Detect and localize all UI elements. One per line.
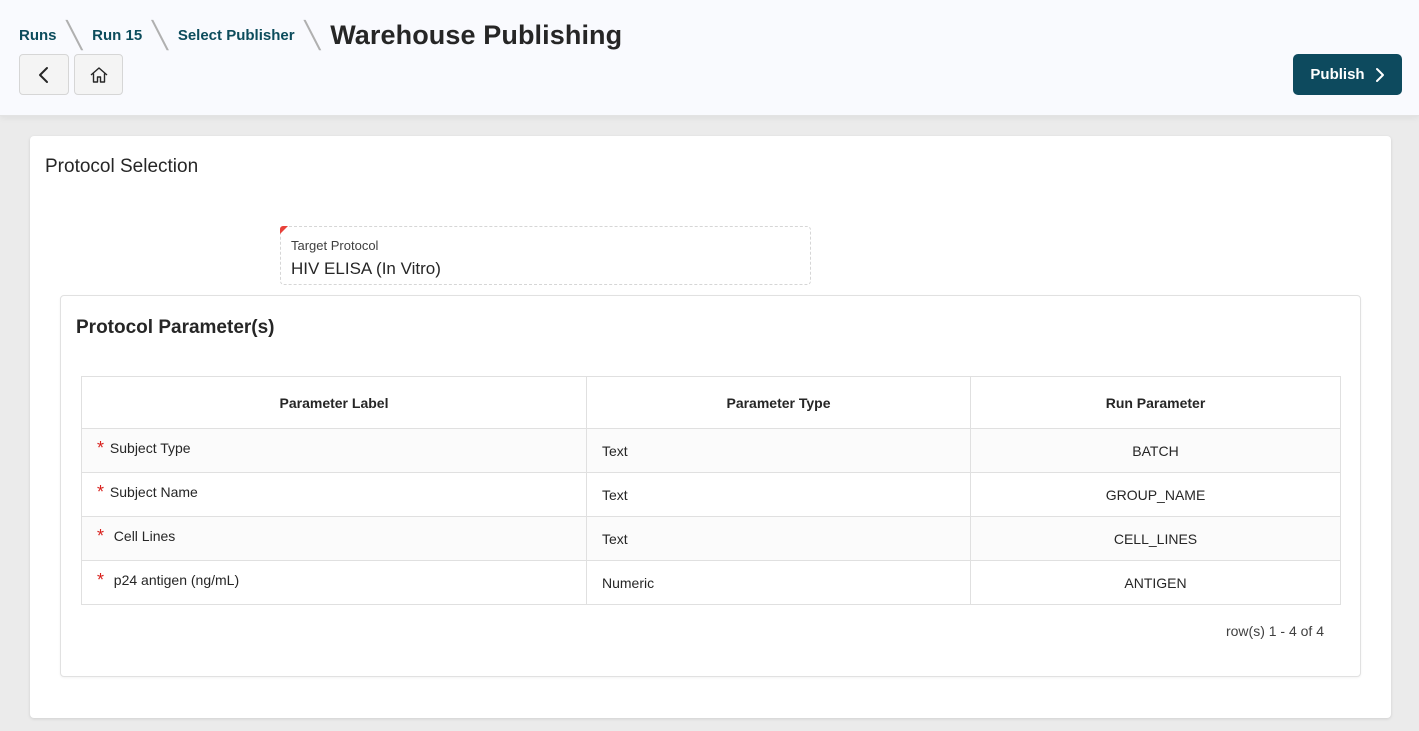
table-row: * Subject Type Text BATCH [81, 428, 1341, 473]
target-protocol-label: Target Protocol [291, 238, 379, 253]
chevron-left-icon [39, 66, 48, 83]
parameter-label-cell: * p24 antigen (ng/mL) [81, 560, 587, 605]
protocol-parameters-panel: Protocol Parameter(s) Parameter Label Pa… [60, 295, 1361, 677]
parameters-table: Parameter Label Parameter Type Run Param… [81, 376, 1341, 605]
column-header-parameter-type[interactable]: Parameter Type [586, 376, 971, 429]
publish-button[interactable]: Publish [1293, 54, 1402, 95]
run-parameter-cell[interactable]: ANTIGEN [970, 560, 1341, 605]
parameter-type-cell: Text [586, 516, 971, 561]
breadcrumb: Runs ╲ Run 15 ╲ Select Publisher ╲ Wareh… [19, 18, 622, 52]
protocol-selection-card: Protocol Selection Target Protocol Proto… [30, 136, 1391, 718]
home-icon [90, 66, 107, 83]
parameter-label: Subject Name [109, 484, 198, 500]
table-header-row: Parameter Label Parameter Type Run Param… [81, 376, 1341, 429]
parameter-label: p24 antigen (ng/mL) [113, 572, 240, 588]
table-row: * Subject Name Text GROUP_NAME [81, 472, 1341, 517]
parameter-label-cell: * Subject Type [81, 428, 587, 473]
page-header: Runs ╲ Run 15 ╲ Select Publisher ╲ Wareh… [0, 0, 1419, 116]
run-parameter-cell[interactable]: GROUP_NAME [970, 472, 1341, 517]
parameter-label: Subject Type [109, 440, 191, 456]
parameters-title: Protocol Parameter(s) [76, 317, 275, 338]
breadcrumb-runs[interactable]: Runs [19, 27, 57, 44]
parameter-label: Cell Lines [113, 528, 176, 544]
required-star: * [97, 526, 105, 546]
breadcrumb-separator: ╲ [66, 20, 83, 50]
parameter-type-cell: Text [586, 428, 971, 473]
home-button[interactable] [74, 54, 123, 95]
run-parameter-cell[interactable]: CELL_LINES [970, 516, 1341, 561]
table-row: * Cell Lines Text CELL_LINES [81, 516, 1341, 561]
parameter-type-cell: Text [586, 472, 971, 517]
pagination-info: row(s) 1 - 4 of 4 [1225, 623, 1324, 639]
required-star: * [97, 482, 105, 502]
breadcrumb-separator: ╲ [304, 20, 321, 50]
column-header-run-parameter[interactable]: Run Parameter [970, 376, 1341, 429]
back-button[interactable] [19, 54, 69, 95]
target-protocol-input[interactable] [291, 259, 791, 279]
required-star: * [97, 438, 105, 458]
target-protocol-field[interactable]: Target Protocol [280, 226, 811, 285]
parameter-type-cell: Numeric [586, 560, 971, 605]
table-row: * p24 antigen (ng/mL) Numeric ANTIGEN [81, 560, 1341, 605]
page-title: Warehouse Publishing [330, 19, 623, 50]
breadcrumb-separator: ╲ [152, 20, 168, 50]
parameter-label-cell: * Subject Name [81, 472, 587, 517]
card-title: Protocol Selection [45, 156, 199, 177]
breadcrumb-run[interactable]: Run 15 [92, 27, 142, 44]
publish-button-label: Publish [1310, 66, 1365, 83]
parameter-label-cell: * Cell Lines [81, 516, 587, 561]
run-parameter-cell[interactable]: BATCH [970, 428, 1341, 473]
required-indicator [280, 226, 288, 234]
required-star: * [97, 570, 105, 590]
column-header-parameter-label[interactable]: Parameter Label [81, 376, 587, 429]
chevron-right-icon [1375, 67, 1384, 82]
breadcrumb-select-publisher[interactable]: Select Publisher [178, 27, 295, 44]
